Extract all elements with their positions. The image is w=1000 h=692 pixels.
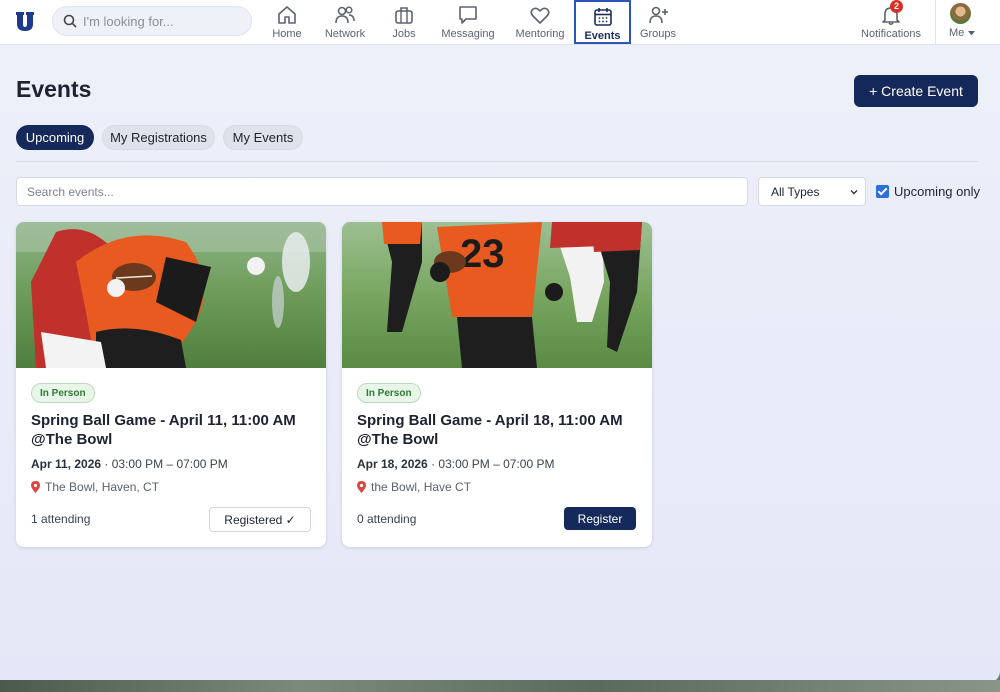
event-datetime: Apr 18, 2026 · 03:00 PM – 07:00 PM xyxy=(357,457,554,471)
event-title[interactable]: Spring Ball Game - April 11, 11:00 AM @T… xyxy=(31,411,316,449)
avatar[interactable] xyxy=(950,3,971,24)
event-location: the Bowl, Have CT xyxy=(357,480,471,494)
global-search[interactable] xyxy=(52,6,252,36)
nav-mentoring[interactable]: Mentoring xyxy=(513,0,567,44)
tab-my-events[interactable]: My Events xyxy=(223,125,303,150)
event-location-text: the Bowl, Have CT xyxy=(371,480,472,494)
chat-icon xyxy=(459,6,477,24)
upcoming-only-toggle[interactable]: Upcoming only xyxy=(876,184,980,199)
nav-jobs[interactable]: Jobs xyxy=(386,0,422,44)
global-search-input[interactable] xyxy=(83,13,243,29)
add-user-icon xyxy=(649,6,668,24)
event-card[interactable]: 8 In Person Spring Ball Game - April 11,… xyxy=(16,222,326,547)
type-filter-value: All Types xyxy=(771,184,820,199)
nav-mentoring-label: Mentoring xyxy=(515,28,565,40)
nav-network[interactable]: Network xyxy=(322,0,368,44)
nav-groups[interactable]: Groups xyxy=(638,0,678,44)
me-label: Me xyxy=(949,27,965,39)
event-title[interactable]: Spring Ball Game - April 18, 11:00 AM @T… xyxy=(357,411,642,449)
logo-icon[interactable] xyxy=(14,10,36,32)
nav-events-label: Events xyxy=(584,30,621,42)
chevron-down-icon xyxy=(850,190,858,195)
location-pin-icon xyxy=(357,481,366,493)
event-date: Apr 18, 2026 xyxy=(357,457,428,471)
home-icon xyxy=(278,6,296,24)
event-datetime: Apr 11, 2026 · 03:00 PM – 07:00 PM xyxy=(31,457,228,471)
register-button[interactable]: Register xyxy=(564,507,636,530)
nav-notifications[interactable]: 2 Notifications xyxy=(858,0,924,44)
me-menu[interactable]: Me xyxy=(949,27,976,39)
event-date: Apr 11, 2026 xyxy=(31,457,102,471)
type-filter-select[interactable]: All Types xyxy=(758,177,866,206)
svg-text:23: 23 xyxy=(460,232,505,276)
people-icon xyxy=(335,6,355,24)
event-time: · 03:00 PM – 07:00 PM xyxy=(104,457,228,471)
nav-separator xyxy=(935,0,936,45)
event-photo: 8 xyxy=(16,222,326,368)
svg-text:8: 8 xyxy=(176,264,196,305)
tab-my-registrations[interactable]: My Registrations xyxy=(102,125,215,150)
event-location: The Bowl, Haven, CT xyxy=(31,480,159,494)
search-icon xyxy=(63,14,77,28)
nav-events[interactable]: Events xyxy=(574,0,631,44)
event-type-badge: In Person xyxy=(31,383,95,403)
location-pin-icon xyxy=(31,481,40,493)
caret-down-icon xyxy=(968,30,976,36)
nav-messaging-label: Messaging xyxy=(441,28,495,40)
calendar-icon xyxy=(593,8,612,26)
event-card[interactable]: 23 In Person Spring Ball Game - April 18… xyxy=(342,222,652,547)
divider xyxy=(16,161,978,162)
attending-count: 0 attending xyxy=(357,512,417,526)
nav-network-label: Network xyxy=(324,28,366,40)
nav-groups-label: Groups xyxy=(639,28,677,40)
nav-messaging[interactable]: Messaging xyxy=(440,0,496,44)
event-photo: 23 xyxy=(342,222,652,368)
top-nav: Home Network Jobs Messagin xyxy=(0,0,1000,45)
desktop-background xyxy=(0,680,1000,692)
event-time: · 03:00 PM – 07:00 PM xyxy=(431,457,555,471)
upcoming-only-checkbox[interactable] xyxy=(876,185,889,198)
event-type-badge: In Person xyxy=(357,383,421,403)
nav-jobs-label: Jobs xyxy=(392,28,416,40)
app-window: Home Network Jobs Messagin xyxy=(0,0,1000,683)
attending-count: 1 attending xyxy=(31,512,91,526)
notification-count-badge: 2 xyxy=(890,0,903,13)
page-title: Events xyxy=(16,76,92,102)
create-event-button[interactable]: + Create Event xyxy=(854,75,978,107)
nav-notifications-label: Notifications xyxy=(861,28,921,40)
upcoming-only-label: Upcoming only xyxy=(894,184,980,199)
heart-icon xyxy=(530,7,550,24)
registered-button[interactable]: Registered ✓ xyxy=(209,507,311,532)
briefcase-icon xyxy=(395,7,413,24)
nav-home-label: Home xyxy=(272,28,302,40)
events-search-input[interactable] xyxy=(16,177,748,206)
nav-home[interactable]: Home xyxy=(268,0,306,44)
event-location-text: The Bowl, Haven, CT xyxy=(45,480,160,494)
tab-upcoming[interactable]: Upcoming xyxy=(16,125,94,150)
